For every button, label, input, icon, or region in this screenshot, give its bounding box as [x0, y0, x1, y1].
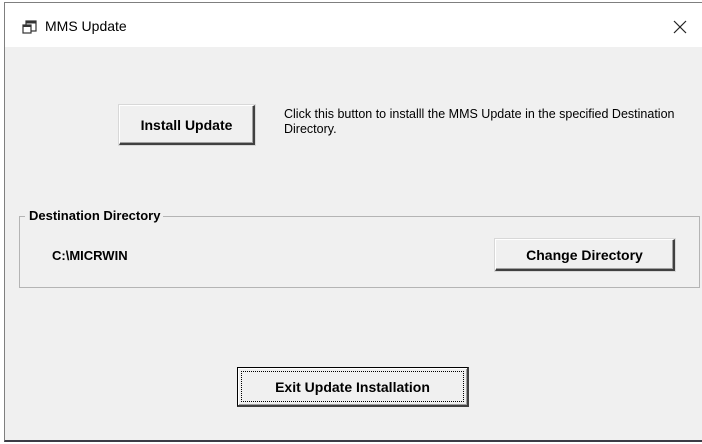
exit-update-installation-button[interactable]: Exit Update Installation [237, 367, 469, 407]
close-button[interactable] [664, 11, 694, 41]
mms-update-dialog: MMS Update Install Update Click this but… [4, 2, 702, 442]
destination-path: C:\MICRWIN [52, 248, 128, 263]
close-icon [673, 20, 687, 34]
exit-button-label: Exit Update Installation [275, 378, 430, 395]
install-description: Click this button to installl the MMS Up… [284, 107, 675, 136]
destination-directory-label: Destination Directory [25, 208, 164, 223]
app-window-icon [22, 19, 38, 35]
change-directory-button[interactable]: Change Directory [495, 239, 675, 271]
window-title: MMS Update [45, 18, 127, 34]
install-update-button[interactable]: Install Update [119, 105, 255, 145]
title-bar: MMS Update [5, 3, 702, 47]
